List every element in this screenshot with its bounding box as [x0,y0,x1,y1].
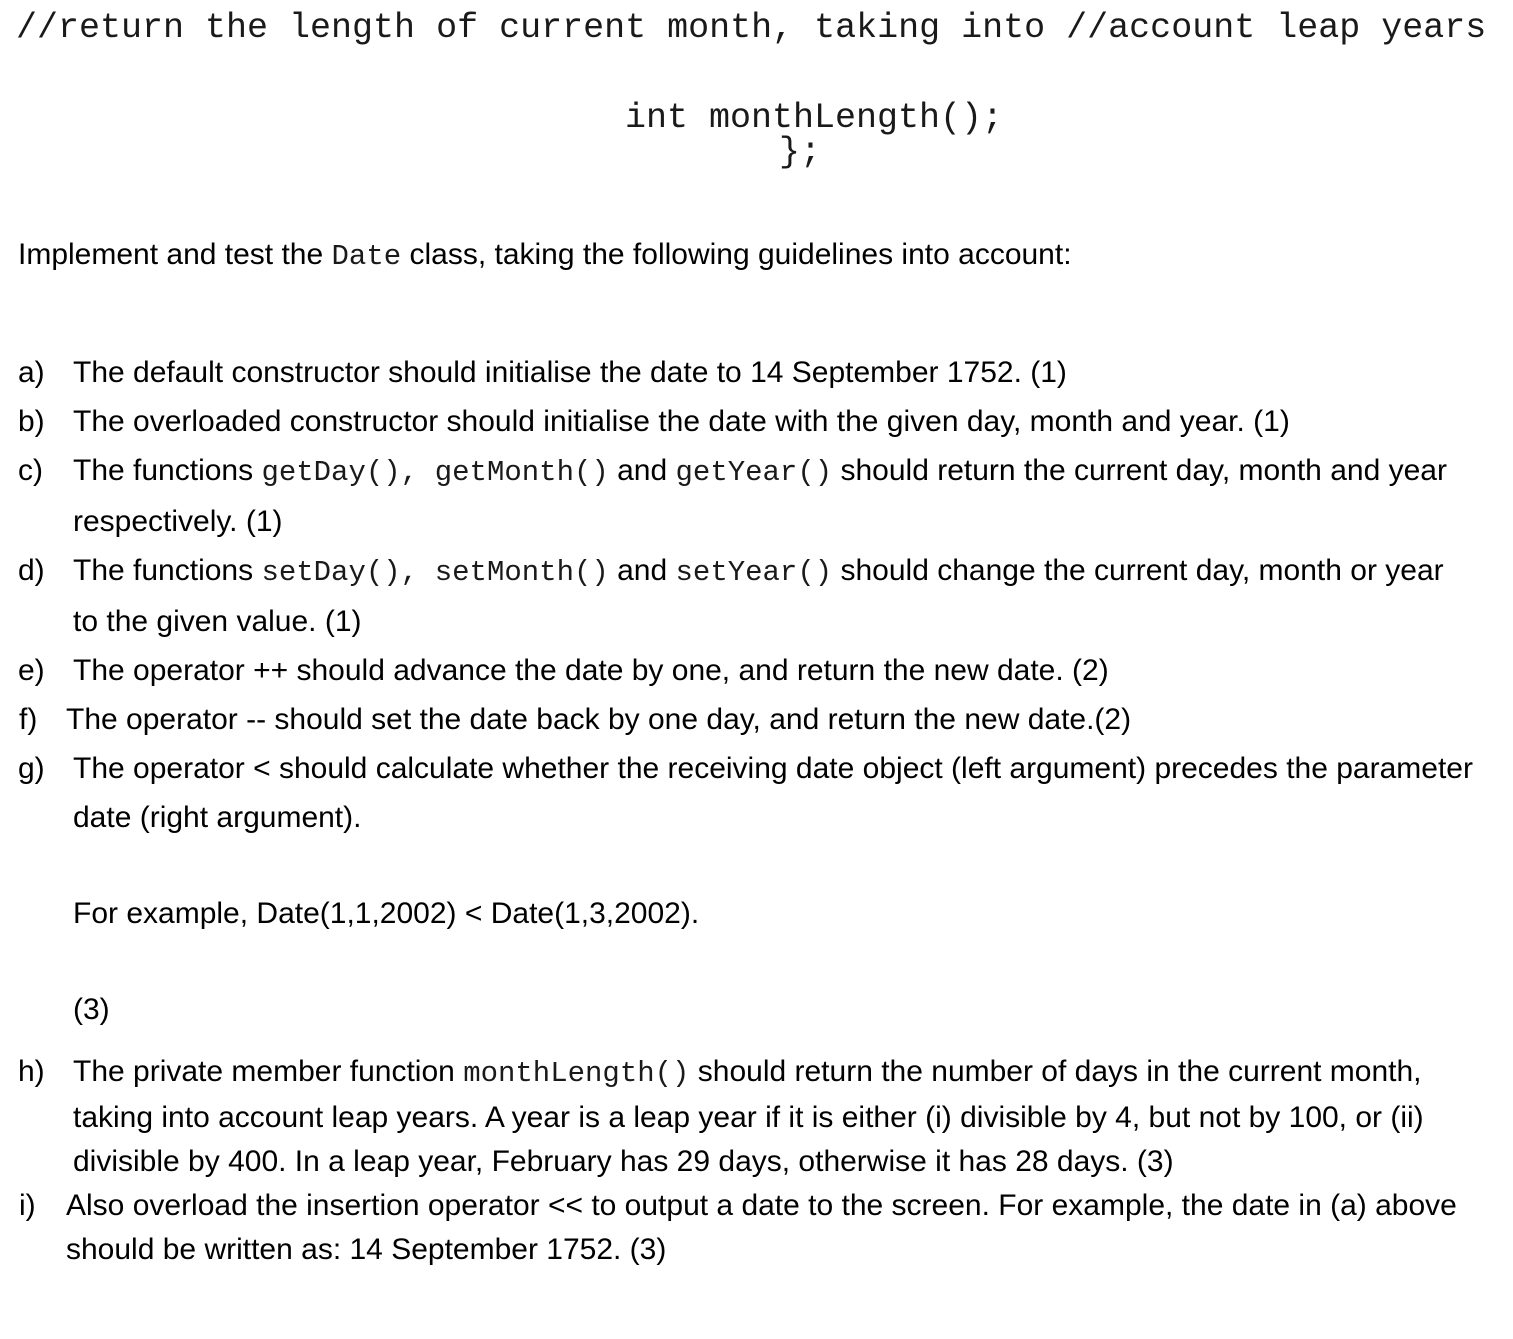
list-item-i: i) Also overload the insertion operator … [0,1184,1475,1272]
list-marker-d: d) [18,554,45,587]
list-marker-g: g) [18,752,45,785]
list-item-d: d) The functions setDay(), setMonth() an… [0,546,1475,646]
list-item-c-code-getday: getDay(), [261,456,419,489]
list-item-i-text: Also overload the insertion operator << … [66,1189,1457,1266]
list-marker-h: h) [18,1055,45,1088]
list-item-h-code-monthlength: monthLength() [463,1057,690,1090]
list-item-e-text: The operator ++ should advance the date … [73,654,1109,687]
list-marker-e: e) [18,654,45,687]
list-item-e: e) The operator ++ should advance the da… [0,646,1475,695]
list-item-c-text-2: and [608,454,676,487]
list-item-c-text-1: The functions [73,454,262,487]
list-item-d-space-1 [418,554,435,587]
list-item-c-code-getyear: getYear() [675,456,833,489]
list-marker-b: b) [18,405,45,438]
list-item-d-code-setyear: setYear() [675,556,833,589]
guidelines-list: a) The default constructor should initia… [0,348,1475,1272]
list-marker-a: a) [18,356,45,389]
list-item-g-example: For example, Date(1,1,2002) < Date(1,3,2… [73,897,700,930]
list-item-d-code-setmonth: setMonth() [434,556,609,589]
list-item-d-text-2: and [608,554,676,587]
code-comment-line: //return the length of current month, ta… [16,8,1487,48]
list-item-d-text: The functions setDay(), setMonth() and s… [73,546,1475,646]
list-marker-f: f) [19,703,38,736]
list-item-a: a) The default constructor should initia… [0,348,1475,397]
list-item-g-score: (3) [73,993,110,1026]
intro-text-after: class, taking the following guidelines i… [401,238,1072,271]
list-item-f: f) The operator -- should set the date b… [0,695,1475,744]
list-item-c-space-1 [418,454,435,487]
list-item-h-text: The private member function monthLength(… [73,1050,1475,1184]
list-item-c-code-getmonth: getMonth() [434,456,609,489]
list-item-g-text: The operator < should calculate whether … [73,752,1473,834]
intro-class-name: Date [331,240,402,273]
list-item-b: b) The overloaded constructor should ini… [0,397,1475,446]
list-marker-i: i) [19,1189,36,1222]
list-item-a-text: The default constructor should initialis… [73,356,1067,389]
intro-text-before: Implement and test the [18,238,332,271]
list-item-d-code-setday: setDay(), [261,556,419,589]
list-item-c: c) The functions getDay(), getMonth() an… [0,446,1475,546]
list-item-b-text: The overloaded constructor should initia… [73,405,1290,438]
list-item-h: h) The private member function monthLeng… [0,1050,1475,1184]
list-item-c-text: The functions getDay(), getMonth() and g… [73,446,1475,546]
list-marker-c: c) [18,454,43,487]
list-gap [0,1034,1475,1050]
list-item-g: g) The operator < should calculate wheth… [0,744,1475,1034]
document-page: //return the length of current month, ta… [0,0,1513,1339]
list-item-d-text-1: The functions [73,554,262,587]
code-closing-brace-line: }; [779,132,822,172]
list-item-f-text: The operator -- should set the date back… [66,703,1132,736]
intro-paragraph: Implement and test the Date class, takin… [18,232,1072,279]
list-item-h-text-1: The private member function [73,1055,464,1088]
